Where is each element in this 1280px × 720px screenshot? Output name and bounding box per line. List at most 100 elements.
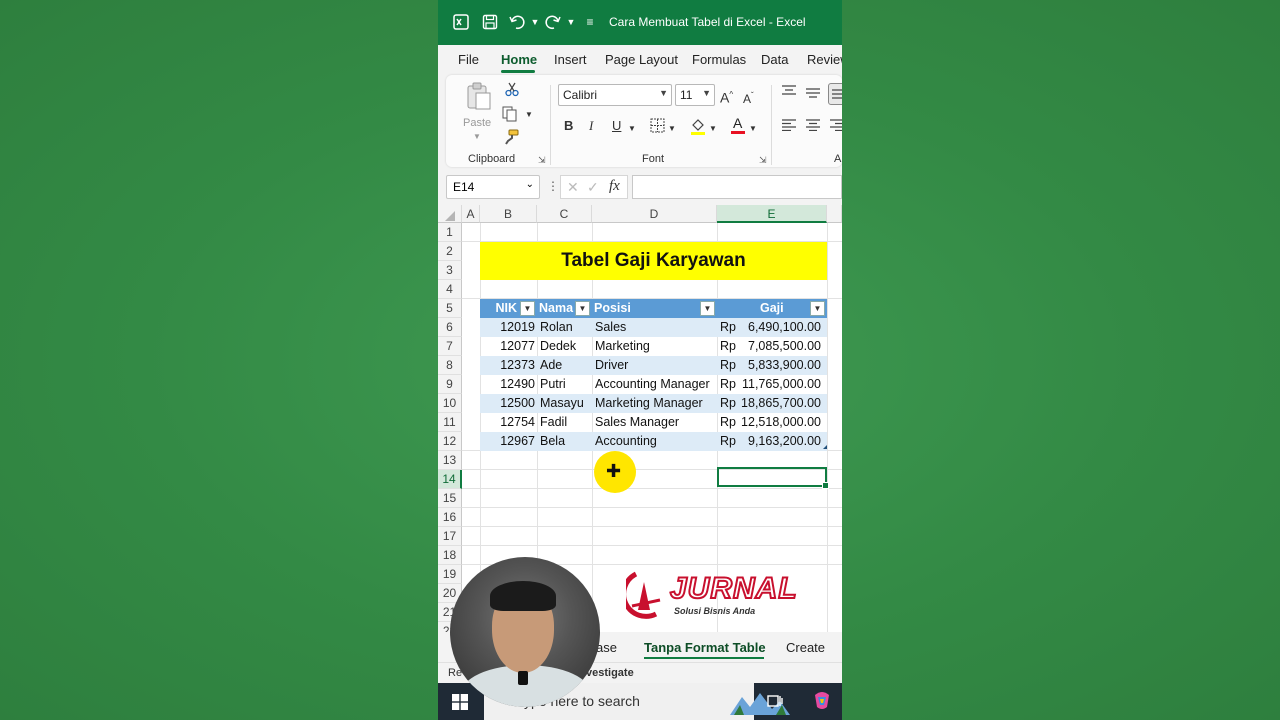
insert-function-icon[interactable]: fx [609,178,620,195]
fill-color-dropdown-icon[interactable]: ▼ [709,121,717,137]
cancel-icon[interactable]: ✕ [567,179,579,196]
enter-icon[interactable]: ✓ [587,179,599,196]
cut-icon[interactable] [504,81,520,101]
cell-nama[interactable]: Dedek [540,337,576,356]
row-header[interactable]: 7 [438,337,462,356]
cell-gaji[interactable]: 18,865,700.00 [741,394,821,413]
name-box[interactable]: E14 ⌄ [446,175,540,199]
table-resize-handle[interactable] [823,445,827,449]
copy-dropdown-icon[interactable]: ▼ [525,107,533,123]
column-header-d[interactable]: D [592,205,717,223]
cell-nik[interactable]: 12019 [500,318,535,337]
table-row[interactable]: 12019 Rolan Sales Rp 6,490,100.00 [480,318,827,337]
table-row[interactable]: 12754 Fadil Sales Manager Rp 12,518,000.… [480,413,827,432]
select-all-corner[interactable] [438,205,462,223]
tab-data[interactable]: Data [761,52,788,67]
filter-dropdown-icon[interactable]: ▼ [575,301,590,316]
cell-nik[interactable]: 12967 [500,432,535,451]
align-bottom-icon[interactable] [828,83,842,105]
fill-color-icon[interactable] [690,117,706,139]
copy-icon[interactable] [501,105,519,127]
filter-dropdown-icon[interactable]: ▼ [520,301,535,316]
cell-posisi[interactable]: Driver [595,356,628,375]
task-view-icon[interactable] [766,692,784,715]
cell-posisi[interactable]: Marketing Manager [595,394,703,413]
font-color-icon[interactable]: A [730,115,746,139]
bold-button[interactable]: B [564,118,573,134]
row-header[interactable]: 16 [438,508,462,527]
align-top-icon[interactable] [782,85,796,101]
redo-dropdown-icon[interactable]: ▼ [562,13,580,31]
cell-nik[interactable]: 12754 [500,413,535,432]
cell-nik[interactable]: 12373 [500,356,535,375]
header-cell-gaji[interactable]: Gaji ▼ [717,299,827,318]
column-header-b[interactable]: B [480,205,537,223]
column-header-f[interactable] [827,205,842,223]
clipboard-launcher-icon[interactable]: ⇲ [538,152,546,168]
row-header[interactable]: 3 [438,261,462,280]
row-header[interactable]: 13 [438,451,462,470]
tab-insert[interactable]: Insert [554,52,587,67]
align-left-icon[interactable] [782,119,796,135]
cell-nik[interactable]: 12077 [500,337,535,356]
table-row[interactable]: 12077 Dedek Marketing Rp 7,085,500.00 [480,337,827,356]
cell-posisi[interactable]: Sales Manager [595,413,679,432]
tab-page-layout[interactable]: Page Layout [605,52,678,67]
header-cell-posisi[interactable]: Posisi ▼ [592,299,717,318]
cell-nik[interactable]: 12490 [500,375,535,394]
font-color-dropdown-icon[interactable]: ▼ [749,121,757,137]
row-header[interactable]: 19 [438,565,462,584]
header-cell-nik[interactable]: NIK ▼ [480,299,537,318]
redo-icon[interactable] [544,13,562,31]
column-header-c[interactable]: C [537,205,592,223]
table-row[interactable]: 12373 Ade Driver Rp 5,833,900.00 [480,356,827,375]
sheet-tab[interactable]: Create [786,640,825,655]
row-header[interactable]: 11 [438,413,462,432]
header-cell-nama[interactable]: Nama ▼ [537,299,592,318]
row-header[interactable]: 10 [438,394,462,413]
borders-icon[interactable] [650,118,665,137]
increase-font-size-icon[interactable]: A^ [720,87,733,106]
font-size-select[interactable]: 11 ▼ [675,84,715,106]
cell-nik[interactable]: 12500 [500,394,535,413]
tab-home[interactable]: Home [501,52,537,67]
cell-gaji[interactable]: 11,765,000.00 [742,375,821,394]
align-center-icon[interactable] [806,119,820,135]
row-header[interactable]: 15 [438,489,462,508]
undo-icon[interactable] [508,13,526,31]
filter-dropdown-icon[interactable]: ▼ [700,301,715,316]
row-header[interactable]: 6 [438,318,462,337]
cell-gaji[interactable]: 9,163,200.00 [748,432,821,451]
table-row[interactable]: 12490 Putri Accounting Manager Rp 11,765… [480,375,827,394]
cell-posisi[interactable]: Marketing [595,337,650,356]
row-header[interactable]: 8 [438,356,462,375]
cell-gaji[interactable]: 7,085,500.00 [748,337,821,356]
formula-input[interactable] [632,175,842,199]
cell-nama[interactable]: Fadil [540,413,567,432]
chevron-down-icon[interactable]: ⌄ [526,179,534,190]
cell-nama[interactable]: Masayu [540,394,584,413]
borders-dropdown-icon[interactable]: ▼ [668,121,676,137]
customize-toolbar-icon[interactable]: ≡ [581,13,599,31]
table-row[interactable]: 12500 Masayu Marketing Manager Rp 18,865… [480,394,827,413]
cell-posisi[interactable]: Accounting Manager [595,375,710,394]
cell-nama[interactable]: Rolan [540,318,573,337]
underline-button[interactable]: U [612,118,621,134]
format-painter-icon[interactable] [503,129,519,149]
font-launcher-icon[interactable]: ⇲ [759,152,767,168]
active-cell[interactable] [717,467,829,489]
cell-posisi[interactable]: Sales [595,318,626,337]
decrease-font-size-icon[interactable]: Aˇ [743,88,754,107]
cell-gaji[interactable]: 6,490,100.00 [748,318,821,337]
underline-dropdown-icon[interactable]: ▼ [628,121,636,137]
row-header[interactable]: 4 [438,280,462,299]
cell-gaji[interactable]: 12,518,000.00 [741,413,821,432]
row-header[interactable]: 12 [438,432,462,451]
row-header[interactable]: 14 [438,470,462,489]
cell-gaji[interactable]: 5,833,900.00 [748,356,821,375]
save-icon[interactable] [481,13,499,31]
cell-nama[interactable]: Ade [540,356,562,375]
undo-dropdown-icon[interactable]: ▼ [526,13,544,31]
paste-dropdown-icon[interactable]: ▼ [473,129,481,145]
row-header[interactable]: 18 [438,546,462,565]
